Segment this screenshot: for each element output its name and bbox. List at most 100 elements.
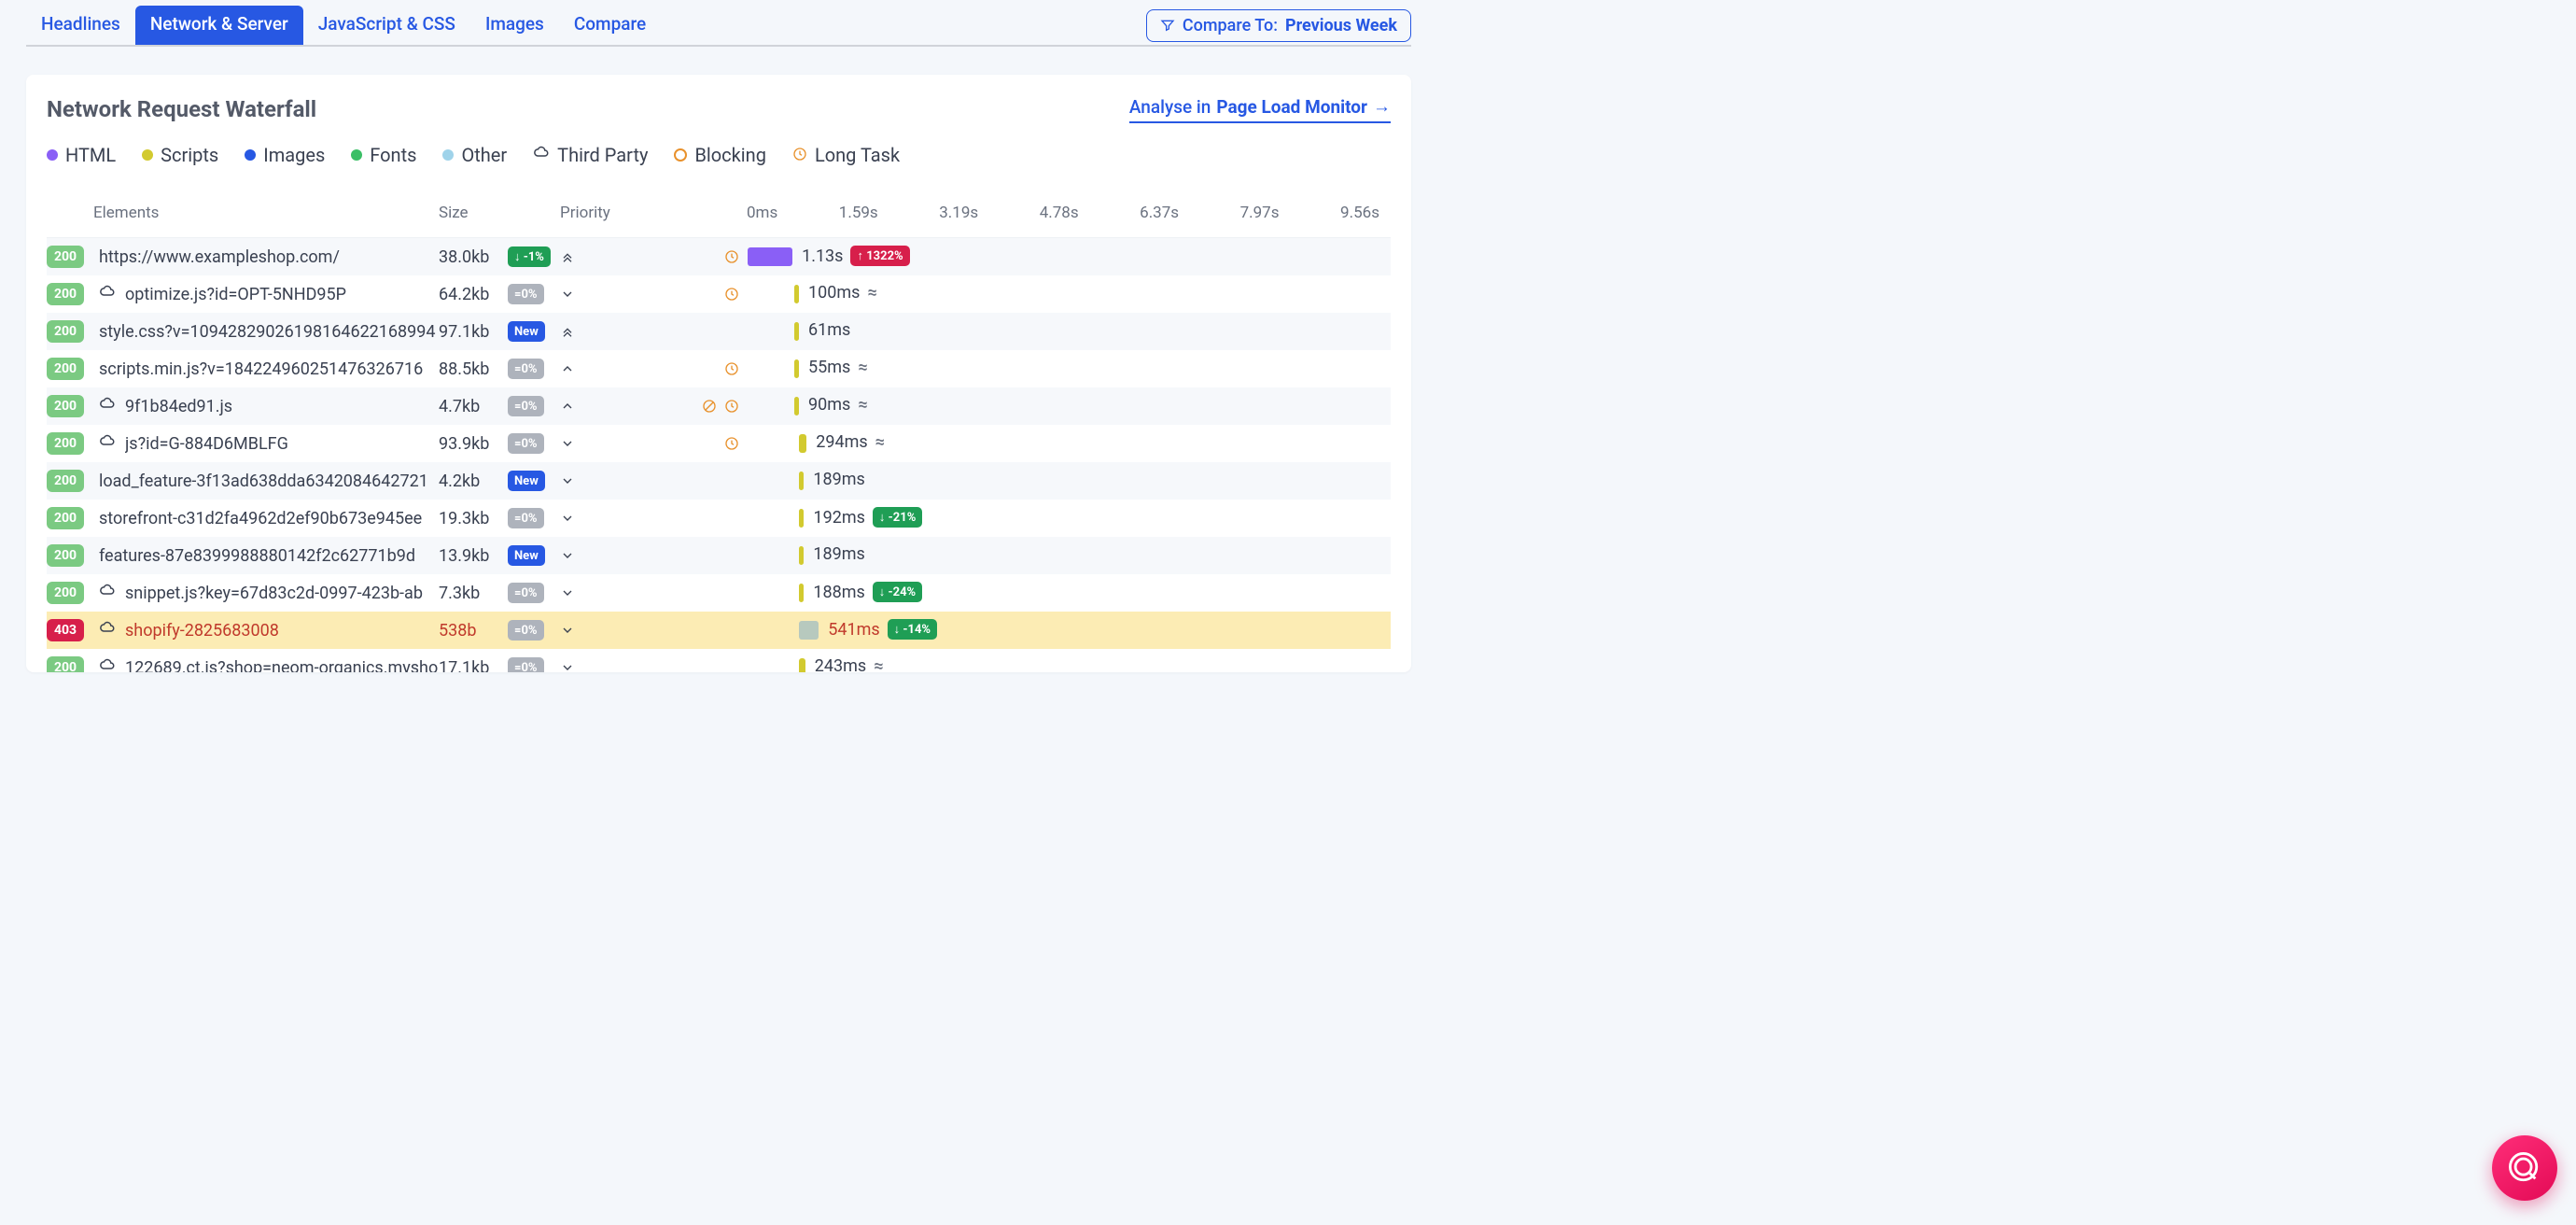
duration-delta-badge: ↓ -24% <box>873 582 922 602</box>
axis-tick: 4.78s <box>1040 204 1079 222</box>
table-row[interactable]: 200 https://www.exampleshop.com/38.0kb ↓ -… <box>47 238 1391 275</box>
waterfall-bar <box>794 359 800 378</box>
priority-icon <box>560 436 683 451</box>
axis-tick: 1.59s <box>839 204 878 222</box>
legend-fonts: Fonts <box>370 144 416 166</box>
axis-tick: 6.37s <box>1140 204 1179 222</box>
size-text: 17.1kb <box>439 658 498 673</box>
axis-tick: 3.19s <box>939 204 978 222</box>
status-badge: 200 <box>47 432 84 455</box>
long-task-icon <box>724 249 739 264</box>
third-party-icon <box>99 657 116 673</box>
approx-icon: ≈ <box>875 432 885 452</box>
legend-images: Images <box>263 144 325 166</box>
long-task-icon <box>792 144 807 166</box>
priority-icon <box>560 585 683 600</box>
table-row[interactable]: 2009f1b84ed91.js4.7kb=0%90ms ≈ <box>47 387 1391 425</box>
waterfall-bar <box>799 658 805 672</box>
duration-delta-badge: ↓ -21% <box>873 507 922 528</box>
analyse-link[interactable]: Analyse in Page Load Monitor → <box>1129 95 1391 123</box>
size-delta-badge: =0% <box>508 508 544 528</box>
priority-icon <box>560 324 683 339</box>
status-badge: 200 <box>47 246 84 268</box>
tab-bar: HeadlinesNetwork & ServerJavaScript & CS… <box>26 6 661 45</box>
request-url: js?id=G-884D6MBLFG <box>125 434 288 454</box>
tab-network-server[interactable]: Network & Server <box>135 6 303 45</box>
third-party-icon <box>99 583 116 604</box>
status-badge: 200 <box>47 358 84 380</box>
waterfall-bar <box>794 285 800 303</box>
priority-icon <box>560 623 683 638</box>
legend: HTML Scripts Images Fonts Other Third Pa… <box>47 144 1391 166</box>
request-url: 122689.ct.js?shop=neom-organics.mysho <box>125 658 438 673</box>
size-text: 4.7kb <box>439 397 498 416</box>
priority-icon <box>560 548 683 563</box>
size-delta-badge: =0% <box>508 620 544 641</box>
legend-blocking: Blocking <box>694 144 765 166</box>
tab-images[interactable]: Images <box>470 6 559 45</box>
search-chat-icon <box>2509 1152 2541 1184</box>
table-row[interactable]: 200features-87e8399988880142f2c62771b9d1… <box>47 537 1391 574</box>
approx-icon: ≈ <box>867 283 876 303</box>
duration-text: 243ms <box>815 656 866 672</box>
waterfall-bar <box>799 546 805 565</box>
third-party-icon <box>99 396 116 417</box>
table-row[interactable]: 200122689.ct.js?shop=neom-organics.mysho… <box>47 649 1391 672</box>
size-text: 19.3kb <box>439 509 498 528</box>
compare-label: Compare To: <box>1183 16 1278 35</box>
size-text: 64.2kb <box>439 285 498 304</box>
approx-icon: ≈ <box>858 358 867 377</box>
table-row[interactable]: 200js?id=G-884D6MBLFG93.9kb=0%294ms ≈ <box>47 425 1391 462</box>
col-size: Size <box>439 204 560 222</box>
priority-icon <box>560 473 683 488</box>
request-url: style.css?v=10942829026198164622168994 <box>99 322 436 342</box>
size-delta-badge: =0% <box>508 359 544 379</box>
size-delta-badge: ↓ -1% <box>508 246 551 267</box>
blocking-icon <box>674 148 687 162</box>
arrow-right-icon: → <box>1373 95 1391 118</box>
table-row[interactable]: 403shopify-2825683008538b=0%541ms ↓ -14% <box>47 612 1391 649</box>
waterfall-bar <box>799 621 819 640</box>
request-url: https://www.exampleshop.com/ <box>99 247 340 267</box>
help-fab[interactable] <box>2492 1135 2557 1201</box>
long-task-icon <box>724 361 739 376</box>
tab-headlines[interactable]: Headlines <box>26 6 135 45</box>
legend-other: Other <box>461 144 507 166</box>
size-text: 97.1kb <box>439 322 498 342</box>
size-text: 4.2kb <box>439 472 498 491</box>
axis-tick: 7.97s <box>1240 204 1280 222</box>
status-badge: 200 <box>47 507 84 529</box>
duration-text: 294ms <box>816 432 867 452</box>
waterfall-bar <box>794 397 800 415</box>
status-badge: 200 <box>47 544 84 567</box>
table-row[interactable]: 200style.css?v=1094282902619816462216899… <box>47 313 1391 350</box>
card-title: Network Request Waterfall <box>47 96 316 122</box>
waterfall-bar <box>799 584 805 602</box>
table-row[interactable]: 200 scripts.min.js?v=18422496025147632671… <box>47 350 1391 387</box>
duration-text: 189ms <box>813 470 864 489</box>
request-url: storefront-c31d2fa4962d2ef90b673e945ee <box>99 509 422 528</box>
request-url: 9f1b84ed91.js <box>125 397 232 416</box>
blocking-icon <box>702 399 717 414</box>
legend-third-party: Third Party <box>557 144 648 166</box>
legend-long-task: Long Task <box>815 144 900 166</box>
third-party-icon <box>99 620 116 641</box>
tab-javascript-css[interactable]: JavaScript & CSS <box>303 6 470 45</box>
request-url: scripts.min.js?v=184224960251476326716 <box>99 359 423 379</box>
size-text: 38.0kb <box>439 247 498 267</box>
compare-to-button[interactable]: Compare To: Previous Week <box>1146 9 1411 42</box>
table-row[interactable]: 200 storefront-c31d2fa4962d2ef90b673e945e… <box>47 500 1391 537</box>
table-row[interactable]: 200load_feature-3f13ad638dda634208464272… <box>47 462 1391 500</box>
table-row[interactable]: 200optimize.js?id=OPT-5NHD95P64.2kb=0%10… <box>47 275 1391 313</box>
request-url: features-87e8399988880142f2c62771b9d <box>99 546 415 566</box>
priority-icon <box>560 660 683 672</box>
priority-icon <box>560 249 683 264</box>
size-delta-badge: =0% <box>508 583 544 603</box>
col-priority: Priority <box>560 204 683 222</box>
axis-tick: 9.56s <box>1340 204 1379 222</box>
table-row[interactable]: 200snippet.js?key=67d83c2d-0997-423b-ab7… <box>47 574 1391 612</box>
duration-text: 1.13s <box>802 246 843 266</box>
request-url: optimize.js?id=OPT-5NHD95P <box>125 285 346 304</box>
status-badge: 200 <box>47 283 84 305</box>
tab-compare[interactable]: Compare <box>559 6 661 45</box>
